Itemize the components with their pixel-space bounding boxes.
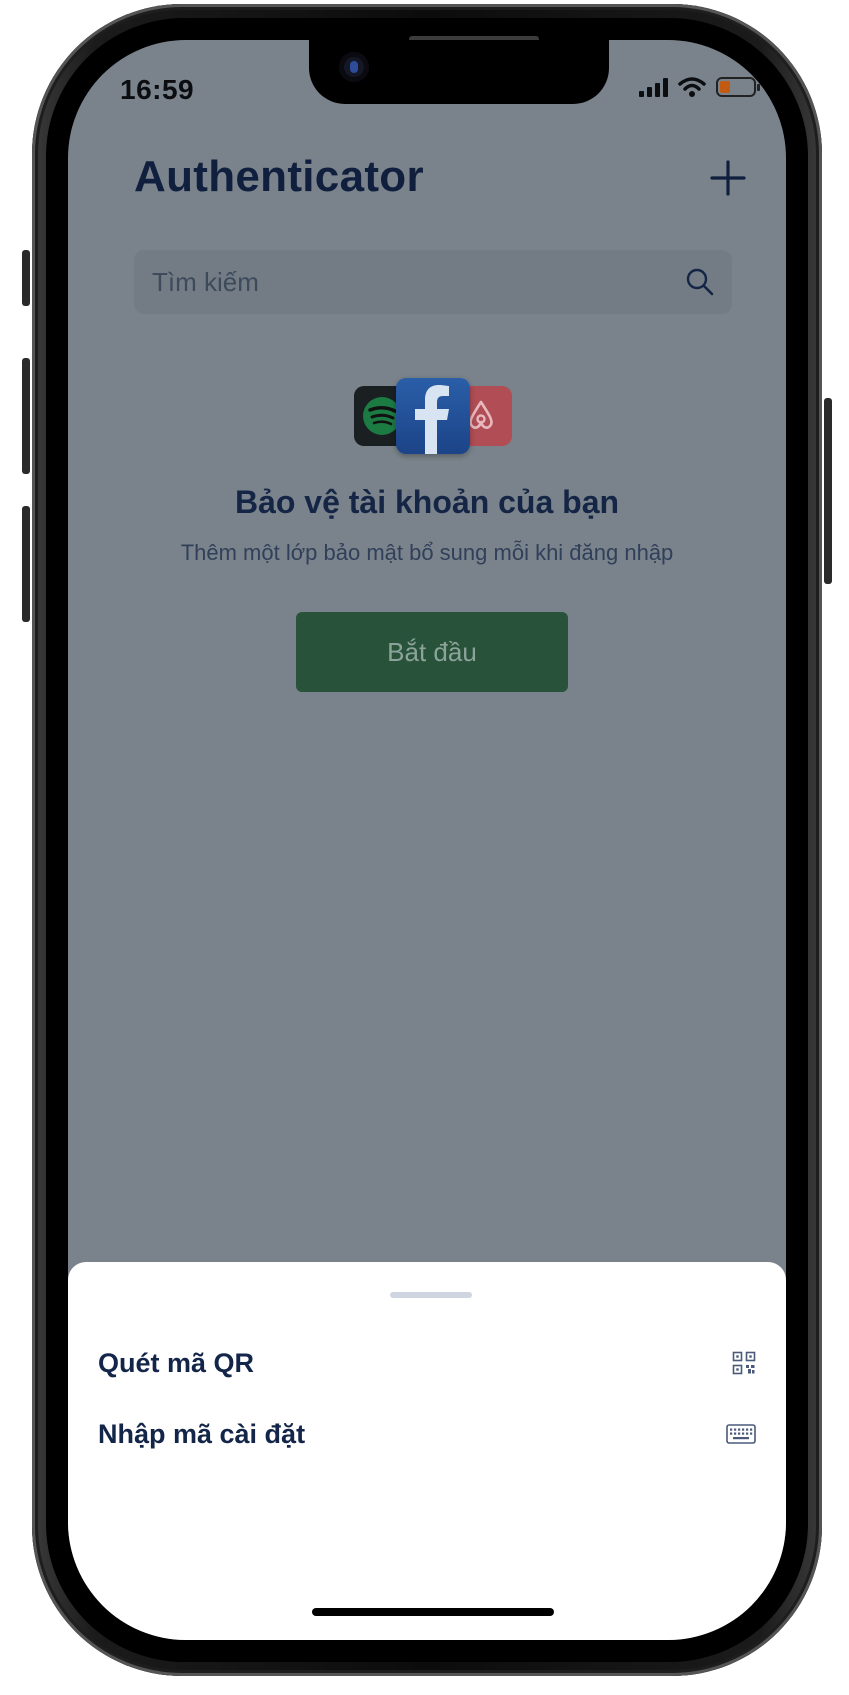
add-account-button[interactable] [708, 158, 748, 198]
service-logos [354, 378, 514, 458]
page-title: Authenticator [134, 152, 424, 201]
enter-setup-key-label: Nhập mã cài đặt [98, 1418, 306, 1449]
volume-up-button [22, 358, 30, 474]
screen: 16:59 Authenticator Tìm kiếm Bảo vệ tài … [68, 40, 786, 1640]
signal-icon [639, 77, 668, 97]
plus-icon [710, 160, 746, 196]
empty-state-title: Bảo vệ tài khoản của bạn [234, 484, 620, 520]
wifi-icon [678, 77, 706, 97]
bottom-sheet: Quét mã QR Nhập mã cài đặt [68, 1262, 786, 1640]
scan-qr-option[interactable]: Quét mã QR [68, 1328, 786, 1398]
qr-code-icon [732, 1351, 756, 1375]
empty-state-subtitle: Thêm một lớp bảo mật bổ sung mỗi khi đăn… [180, 540, 674, 565]
status-time: 16:59 [120, 74, 195, 105]
status-icons [639, 76, 760, 98]
volume-down-button [22, 506, 30, 622]
power-button [824, 398, 832, 584]
search-bar [134, 250, 732, 314]
start-button[interactable]: Bắt đầu [296, 612, 568, 692]
battery-icon [716, 77, 760, 97]
search-icon[interactable] [684, 266, 716, 298]
camera-icon [339, 52, 369, 82]
enter-setup-key-option[interactable]: Nhập mã cài đặt [68, 1399, 786, 1469]
silent-switch [22, 250, 30, 306]
phone-frame: 16:59 Authenticator Tìm kiếm Bảo vệ tài … [22, 4, 832, 1676]
search-input[interactable] [150, 265, 684, 299]
keyboard-icon [726, 1424, 756, 1444]
facebook-logo [396, 378, 470, 454]
notch [309, 40, 609, 104]
sheet-grabber[interactable] [390, 1292, 472, 1298]
scan-qr-label: Quét mã QR [98, 1347, 255, 1378]
home-indicator[interactable] [312, 1608, 554, 1616]
